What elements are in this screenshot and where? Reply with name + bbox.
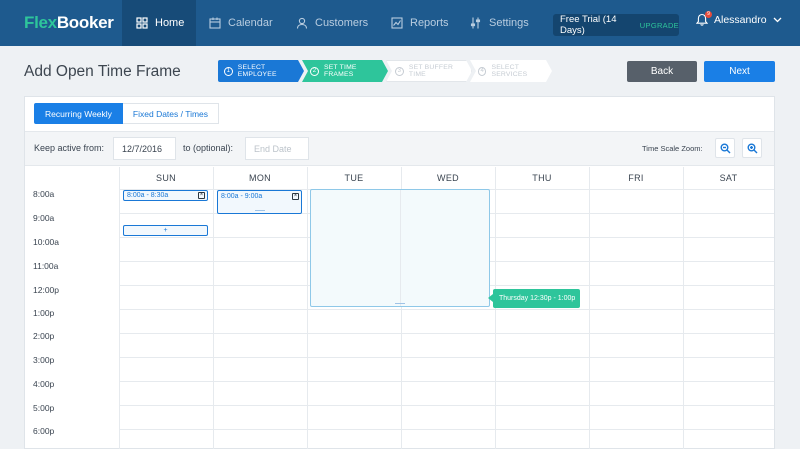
nav-home[interactable]: Home — [122, 0, 196, 46]
time-label: 8:00a — [33, 189, 55, 199]
calendar-icon — [209, 17, 221, 29]
time-label: 1:00p — [33, 308, 55, 318]
time-label: 4:00p — [33, 379, 55, 389]
nav-settings[interactable]: Settings — [470, 0, 529, 46]
grid-line — [683, 167, 684, 449]
trial-label: Free Trial (14 Days) — [560, 14, 617, 36]
nav-reports-label: Reports — [410, 17, 449, 29]
day-header-mon: MON — [249, 173, 271, 183]
time-frame-selection-tue-wed[interactable] — [310, 189, 490, 307]
time-label: 10:00a — [33, 237, 59, 247]
grid-line — [119, 167, 120, 449]
user-menu[interactable]: 9 Alessandro — [695, 11, 782, 27]
step-set-time-frames[interactable]: 2 SET TIME FRAMES — [302, 60, 388, 82]
bell-icon[interactable]: 9 — [695, 11, 712, 27]
free-trial-badge[interactable]: Free Trial (14 Days) UPGRADE — [553, 14, 679, 36]
nav-customers[interactable]: Customers — [296, 0, 368, 46]
step-number: 2 — [310, 66, 319, 76]
step-number: 1 — [224, 66, 233, 76]
time-label: 3:00p — [33, 355, 55, 365]
time-label: 6:00p — [33, 426, 55, 436]
keep-active-label: Keep active from: — [34, 143, 105, 153]
next-button[interactable]: Next — [704, 61, 775, 82]
end-date-input[interactable]: End Date — [245, 137, 309, 160]
day-header-wed: WED — [437, 173, 459, 183]
grid-line — [119, 333, 774, 334]
grid-line — [307, 167, 308, 449]
filter-bar: Keep active from: 12/7/2016 to (optional… — [25, 131, 774, 166]
upgrade-link[interactable]: UPGRADE — [640, 21, 679, 30]
zoom-in-icon — [747, 143, 757, 153]
step-number: 3 — [395, 66, 404, 76]
time-frame-panel: Recurring Weekly Fixed Dates / Times Kee… — [24, 96, 775, 449]
grid-line — [400, 190, 401, 306]
user-name: Alessandro — [714, 14, 767, 26]
time-frame-label: 8:00a - 8:30a — [127, 192, 169, 199]
day-header-fri: FRI — [628, 173, 644, 183]
step-set-buffer-time: 3 SET BUFFER TIME — [386, 60, 472, 82]
zoom-out-icon — [720, 143, 730, 153]
tab-fixed-dates[interactable]: Fixed Dates / Times — [122, 103, 220, 124]
grid-line — [119, 429, 774, 430]
time-label: 5:00p — [33, 403, 55, 413]
grid-line — [589, 167, 590, 449]
chevron-down-icon — [773, 17, 781, 23]
time-frame-block-mon[interactable]: 8:00a - 9:00a × — [217, 190, 302, 214]
page-title: Add Open Time Frame — [24, 63, 181, 80]
nav-reports[interactable]: Reports — [391, 0, 449, 46]
nav-calendar-label: Calendar — [228, 17, 273, 29]
flexbooker-logo[interactable]: FlexBooker — [24, 13, 114, 33]
start-date-input[interactable]: 12/7/2016 — [113, 137, 176, 160]
add-time-frame-button[interactable]: + — [123, 225, 208, 236]
step-label: SET TIME FRAMES — [323, 64, 357, 78]
sliders-icon — [470, 17, 481, 29]
time-label: 2:00p — [33, 331, 55, 341]
time-label: 12:00p — [33, 285, 59, 295]
grid-line — [119, 381, 774, 382]
notification-count: 9 — [705, 11, 712, 18]
day-header-sat: SAT — [719, 173, 738, 183]
time-label: 9:00a — [33, 213, 55, 223]
zoom-out-button[interactable] — [715, 138, 735, 158]
chart-icon — [391, 17, 403, 29]
day-header-tue: TUE — [344, 173, 364, 183]
nav-customers-label: Customers — [315, 17, 369, 29]
grid-line — [119, 357, 774, 358]
nav-home-label: Home — [155, 17, 185, 29]
user-icon — [296, 17, 308, 29]
day-header-thu: THU — [532, 173, 552, 183]
back-button[interactable]: Back — [627, 61, 697, 82]
close-icon[interactable]: × — [198, 192, 205, 199]
weekly-calendar-grid[interactable]: SUN MON TUE WED THU FRI SAT 8:00a 9:00a … — [25, 167, 774, 449]
day-header-sun: SUN — [156, 173, 176, 183]
grid-line — [213, 167, 214, 449]
grid-line — [119, 405, 774, 406]
grid-line — [119, 309, 774, 310]
step-select-services: 4 SELECT SERVICES — [470, 60, 552, 82]
tab-recurring-weekly[interactable]: Recurring Weekly — [34, 103, 123, 124]
time-frame-label: 8:00a - 9:00a — [221, 193, 263, 200]
step-label: SET BUFFER TIME — [408, 64, 454, 78]
time-tooltip: Thursday 12:30p - 1:00p — [488, 289, 580, 308]
nav-calendar[interactable]: Calendar — [209, 0, 273, 46]
zoom-label: Time Scale Zoom: — [642, 144, 703, 153]
resize-handle[interactable] — [395, 303, 405, 304]
step-label: SELECT SERVICES — [491, 64, 528, 78]
grid-icon — [136, 17, 148, 29]
resize-handle[interactable] — [255, 210, 265, 211]
time-frame-block-sun[interactable]: 8:00a - 8:30a × — [123, 190, 208, 201]
time-label: 11:00a — [33, 261, 59, 271]
step-number: 4 — [478, 66, 487, 76]
plus-icon: + — [163, 227, 168, 234]
nav-settings-label: Settings — [489, 17, 529, 29]
to-label: to (optional): — [183, 143, 234, 153]
grid-line — [495, 167, 496, 449]
top-navbar: FlexBooker Home Calendar Customers Repor… — [0, 0, 800, 46]
step-label: SELECT EMPLOYEE — [237, 64, 277, 78]
zoom-in-button[interactable] — [742, 138, 762, 158]
close-icon[interactable]: × — [292, 193, 299, 200]
schedule-type-tabs: Recurring Weekly Fixed Dates / Times — [34, 103, 220, 124]
step-select-employee[interactable]: 1 SELECT EMPLOYEE — [218, 60, 304, 82]
